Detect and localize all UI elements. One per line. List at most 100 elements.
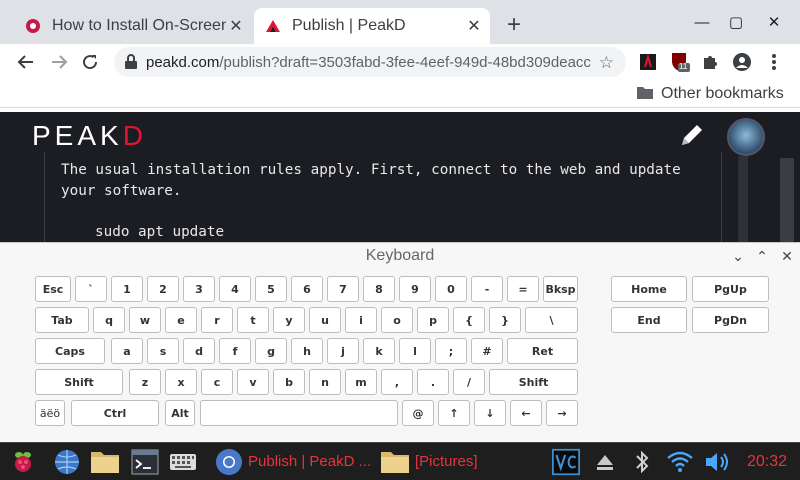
key-c[interactable]: c [201,369,233,395]
key-w[interactable]: w [129,307,161,333]
key-7[interactable]: 7 [327,276,359,302]
bluetooth-icon[interactable] [628,448,656,476]
raspberry-menu-icon[interactable] [8,447,38,477]
key-p[interactable]: p [417,307,449,333]
key-i[interactable]: i [345,307,377,333]
terminal-icon[interactable] [130,447,160,477]
file-manager-icon[interactable] [90,447,120,477]
wifi-icon[interactable] [666,448,694,476]
key-semicolon[interactable]: ; [435,338,467,364]
key-o[interactable]: o [381,307,413,333]
tab-close-icon[interactable]: ✕ [226,16,246,36]
key-8[interactable]: 8 [363,276,395,302]
key-b[interactable]: b [273,369,305,395]
tab-publish-peakd[interactable]: Publish | PeakD ✕ [254,8,490,44]
back-icon[interactable] [14,50,38,74]
key-0[interactable]: 0 [435,276,467,302]
key-backspace[interactable]: Bksp [543,276,578,302]
key-2[interactable]: 2 [147,276,179,302]
key-backslash[interactable]: \ [525,307,578,333]
page-scrollbar[interactable] [780,158,794,242]
key-arrow-down[interactable]: ↓ [474,400,506,426]
key-y[interactable]: y [273,307,305,333]
chevron-down-icon[interactable]: ⌄ [729,247,747,265]
address-bar[interactable]: peakd.com/publish?draft=3503fabd-3fee-4e… [114,47,626,77]
key-minus[interactable]: - [471,276,503,302]
user-avatar[interactable] [727,118,765,156]
key-pgdn[interactable]: PgDn [692,307,769,333]
key-5[interactable]: 5 [255,276,287,302]
key-ctrl[interactable]: Ctrl [71,400,159,426]
key-tab[interactable]: Tab [35,307,89,333]
key-q[interactable]: q [93,307,125,333]
key-u[interactable]: u [309,307,341,333]
key-s[interactable]: s [147,338,179,364]
key-3[interactable]: 3 [183,276,215,302]
key-v[interactable]: v [237,369,269,395]
key-home[interactable]: Home [611,276,687,302]
key-k[interactable]: k [363,338,395,364]
key-end[interactable]: End [611,307,687,333]
key-m[interactable]: m [345,369,377,395]
key-f[interactable]: f [219,338,251,364]
chevron-up-icon[interactable]: ⌃ [753,247,771,265]
key-4[interactable]: 4 [219,276,251,302]
key-1[interactable]: 1 [111,276,143,302]
key-a[interactable]: a [111,338,143,364]
key-period[interactable]: . [417,369,449,395]
key-caps[interactable]: Caps [35,338,105,364]
key-g[interactable]: g [255,338,287,364]
tab-install-keyboard[interactable]: How to Install On-Screen Keyboard ✕ [14,8,252,44]
key-z[interactable]: z [129,369,161,395]
key-space[interactable] [200,400,398,426]
window-close-icon[interactable]: ✕ [762,12,786,34]
key-shift-right[interactable]: Shift [489,369,578,395]
key-slash[interactable]: / [453,369,485,395]
hive-extension-icon[interactable] [636,50,660,74]
key-e[interactable]: e [165,307,197,333]
edit-pencil-icon[interactable] [677,120,707,150]
key-n[interactable]: n [309,369,341,395]
key-t[interactable]: t [237,307,269,333]
clock[interactable]: 20:32 [747,453,787,471]
key-r[interactable]: r [201,307,233,333]
chromium-icon[interactable] [214,447,244,477]
key-9[interactable]: 9 [399,276,431,302]
web-browser-globe-icon[interactable] [52,447,82,477]
key-pgup[interactable]: PgUp [692,276,769,302]
key-arrow-right[interactable]: → [546,400,578,426]
key-left-brace[interactable]: { [453,307,485,333]
volume-icon[interactable] [704,448,732,476]
other-bookmarks-link[interactable]: Other bookmarks [661,85,784,103]
key-equals[interactable]: = [507,276,539,302]
key-accents[interactable]: äëö [35,400,65,426]
folder-task-icon[interactable] [380,447,410,477]
menu-kebab-icon[interactable] [762,50,786,74]
bookmark-star-icon[interactable]: ☆ [599,53,614,73]
minimize-icon[interactable]: — [690,12,714,34]
keyboard-app-icon[interactable] [168,447,198,477]
key-right-brace[interactable]: } [489,307,521,333]
key-comma[interactable]: , [381,369,413,395]
key-6[interactable]: 6 [291,276,323,302]
key-backtick[interactable]: ` [75,276,107,302]
tab-close-icon[interactable]: ✕ [464,16,484,36]
key-l[interactable]: l [399,338,431,364]
ublock-extension-icon[interactable]: 11 [668,50,692,74]
peakd-logo[interactable]: PEAKD [32,120,147,152]
taskbar-task-browser[interactable]: Publish | PeakD ... [248,453,371,470]
extensions-puzzle-icon[interactable] [698,50,722,74]
vnc-icon[interactable] [552,448,580,476]
key-arrow-left[interactable]: ← [510,400,542,426]
key-esc[interactable]: Esc [35,276,71,302]
maximize-icon[interactable]: ▢ [724,12,748,34]
key-alt[interactable]: Alt [165,400,195,426]
key-d[interactable]: d [183,338,215,364]
editor-scrollbar[interactable] [738,156,748,242]
key-h[interactable]: h [291,338,323,364]
forward-icon[interactable] [47,50,71,74]
key-at[interactable]: @ [402,400,434,426]
post-editor[interactable]: The usual installation rules apply. Firs… [44,152,722,242]
new-tab-button[interactable]: + [502,13,526,38]
eject-icon[interactable] [591,448,619,476]
